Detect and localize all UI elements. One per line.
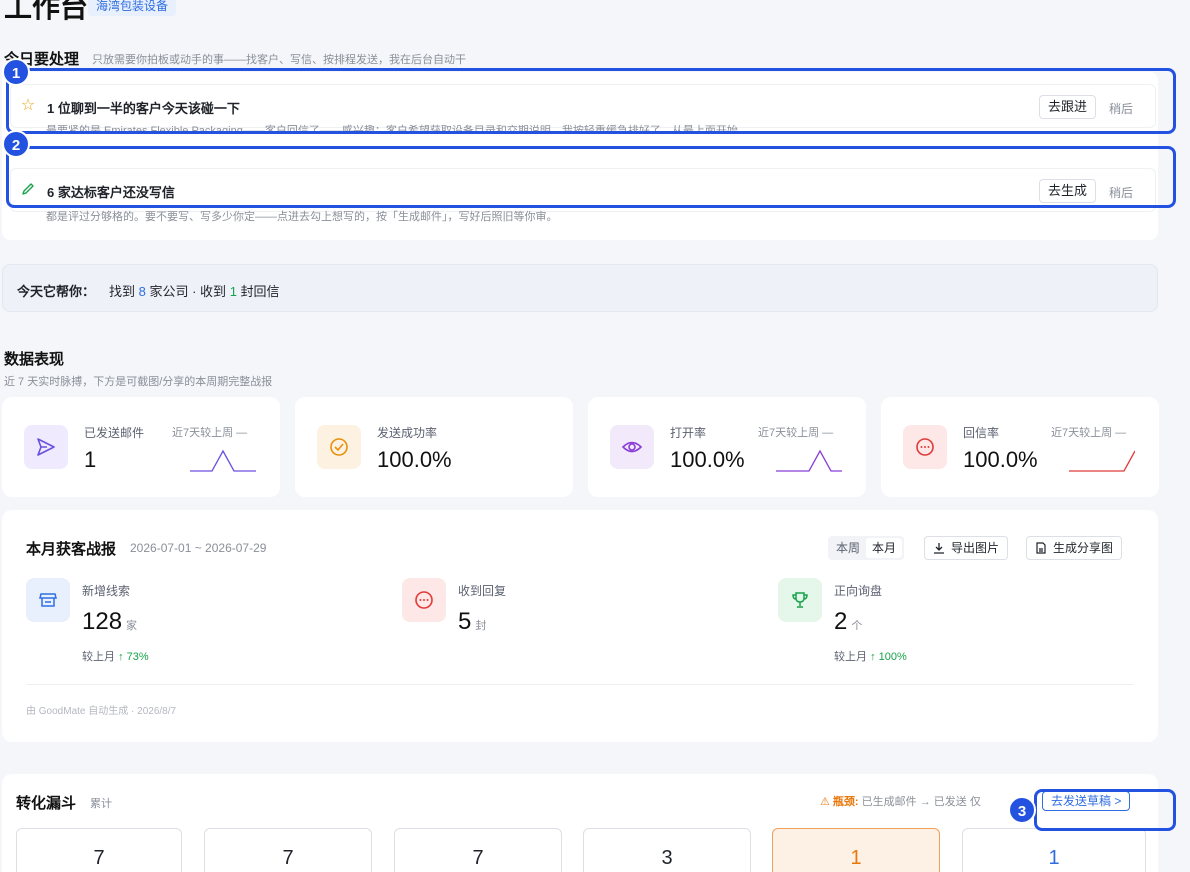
kpi-label: 已发送邮件 xyxy=(84,426,145,440)
warning-icon: ⚠ xyxy=(820,796,833,808)
arrow-up-icon: ↑ xyxy=(870,651,876,663)
funnel-stage: 1 xyxy=(962,828,1146,872)
kpi-sparkline xyxy=(776,449,842,472)
kpi-card-sent: 已发送邮件 1 近7天较上周 — xyxy=(2,397,280,497)
reply-count: 1 xyxy=(229,284,237,299)
funnel-stage: 3 xyxy=(583,828,751,872)
funnel-title: 转化漏斗 xyxy=(16,795,77,812)
stat-label: 新增线索 xyxy=(82,584,131,598)
kpi-value: 100.0% xyxy=(963,447,1038,472)
download-icon xyxy=(934,543,944,554)
report-title: 本月获客战报 xyxy=(26,541,117,558)
funnel-subtitle: 累计 xyxy=(90,798,112,810)
send-icon xyxy=(24,425,68,469)
stat-label: 收到回复 xyxy=(458,584,507,598)
period-toggle[interactable]: 本周 本月 xyxy=(828,536,905,560)
report-range: 2026-07-01 ~ 2026-07-29 xyxy=(130,541,267,555)
kpi-compare: 近7天较上周 — xyxy=(1051,427,1127,439)
kpi-value: 100.0% xyxy=(377,447,452,472)
bottleneck-note: ⚠ 瓶颈: 已生成邮件 → 已发送 仅 xyxy=(820,796,981,808)
eye-icon xyxy=(610,425,654,469)
highlight-box xyxy=(6,146,1176,208)
sparkline-series xyxy=(1069,450,1135,472)
step-marker: 3 xyxy=(1008,796,1036,824)
kpi-card-open-rate: 打开率 100.0% 近7天较上周 — xyxy=(588,397,866,497)
kpi-label: 打开率 xyxy=(670,426,707,440)
step-marker: 1 xyxy=(2,58,30,86)
sparkline-series xyxy=(776,449,842,472)
company-badge: 海湾包装设备 xyxy=(88,0,177,16)
kpi-value: 100.0% xyxy=(670,447,745,472)
kpi-sparkline xyxy=(1069,450,1135,472)
stat-label: 正向询盘 xyxy=(834,584,883,598)
funnel-stage-bottleneck: 1 xyxy=(772,828,940,872)
stat-value: 2个 xyxy=(834,608,863,635)
check-circle-icon xyxy=(317,425,361,469)
trophy-icon xyxy=(778,578,822,622)
tab-month[interactable]: 本月 xyxy=(866,538,903,558)
stat-compare: 较上月 ↑ 73% xyxy=(82,651,149,663)
file-icon xyxy=(1036,542,1046,554)
chat-icon xyxy=(903,425,947,469)
help-summary: 找到 8 家公司 · 收到 1 封回信 xyxy=(109,284,280,299)
kpi-compare: 近7天较上周 — xyxy=(758,427,834,439)
found-count: 8 xyxy=(138,284,146,299)
highlight-box xyxy=(6,68,1176,134)
tab-week[interactable]: 本周 xyxy=(830,538,866,558)
kpi-card-reply-rate: 回信率 100.0% 近7天较上周 — xyxy=(881,397,1159,497)
store-icon xyxy=(26,578,70,622)
sparkline-series xyxy=(190,449,256,472)
kpi-label: 回信率 xyxy=(963,426,1000,440)
kpi-card-success-rate: 发送成功率 100.0% xyxy=(295,397,573,497)
arrow-up-icon: ↑ xyxy=(118,651,124,663)
kpi-compare: 近7天较上周 — xyxy=(172,427,248,439)
metrics-subtitle: 近 7 天实时脉搏，下方是可截图/分享的本周期完整战报 xyxy=(4,376,273,388)
highlight-box xyxy=(1034,789,1176,831)
help-label: 今天它帮你： xyxy=(17,284,96,299)
today-help-bar: 今天它帮你： 找到 8 家公司 · 收到 1 封回信 xyxy=(2,264,1158,312)
monthly-report-panel: 本月获客战报 2026-07-01 ~ 2026-07-29 本周 本月 导出图… xyxy=(2,510,1158,742)
step-marker: 2 xyxy=(2,130,30,158)
stat-value: 128 家 xyxy=(82,608,138,635)
kpi-sparkline xyxy=(190,449,256,472)
chat-icon xyxy=(402,578,446,622)
kpi-value: 1 xyxy=(84,447,97,472)
stat-value: 5封 xyxy=(458,608,487,635)
divider xyxy=(26,684,1134,685)
funnel-panel: 转化漏斗 累计 ⚠ 瓶颈: 已生成邮件 → 已发送 仅 去发送草稿 > 7 7 … xyxy=(2,774,1158,872)
funnel-stage: 7 xyxy=(204,828,372,872)
report-footnote: 由 GoodMate 自动生成 · 2026/8/7 xyxy=(26,706,177,717)
kpi-label: 发送成功率 xyxy=(377,426,438,440)
todo-desc: 都是评过分够格的。要不要写、写多少你定——点进去勾上想写的，按「生成邮件」，写好… xyxy=(46,211,558,223)
metrics-title: 数据表现 xyxy=(4,351,65,368)
todo-section-subtitle: 只放需要你拍板或动手的事——找客户、写信、按排程发送，我在后台自动干 xyxy=(92,54,466,66)
stat-compare: 较上月 ↑ 100% xyxy=(834,651,907,663)
page-title: 工作台 xyxy=(4,0,89,23)
funnel-stage: 7 xyxy=(394,828,562,872)
share-image-button[interactable]: 生成分享图 xyxy=(1026,536,1123,560)
export-image-button[interactable]: 导出图片 xyxy=(924,536,1009,560)
funnel-stage: 7 xyxy=(16,828,182,872)
